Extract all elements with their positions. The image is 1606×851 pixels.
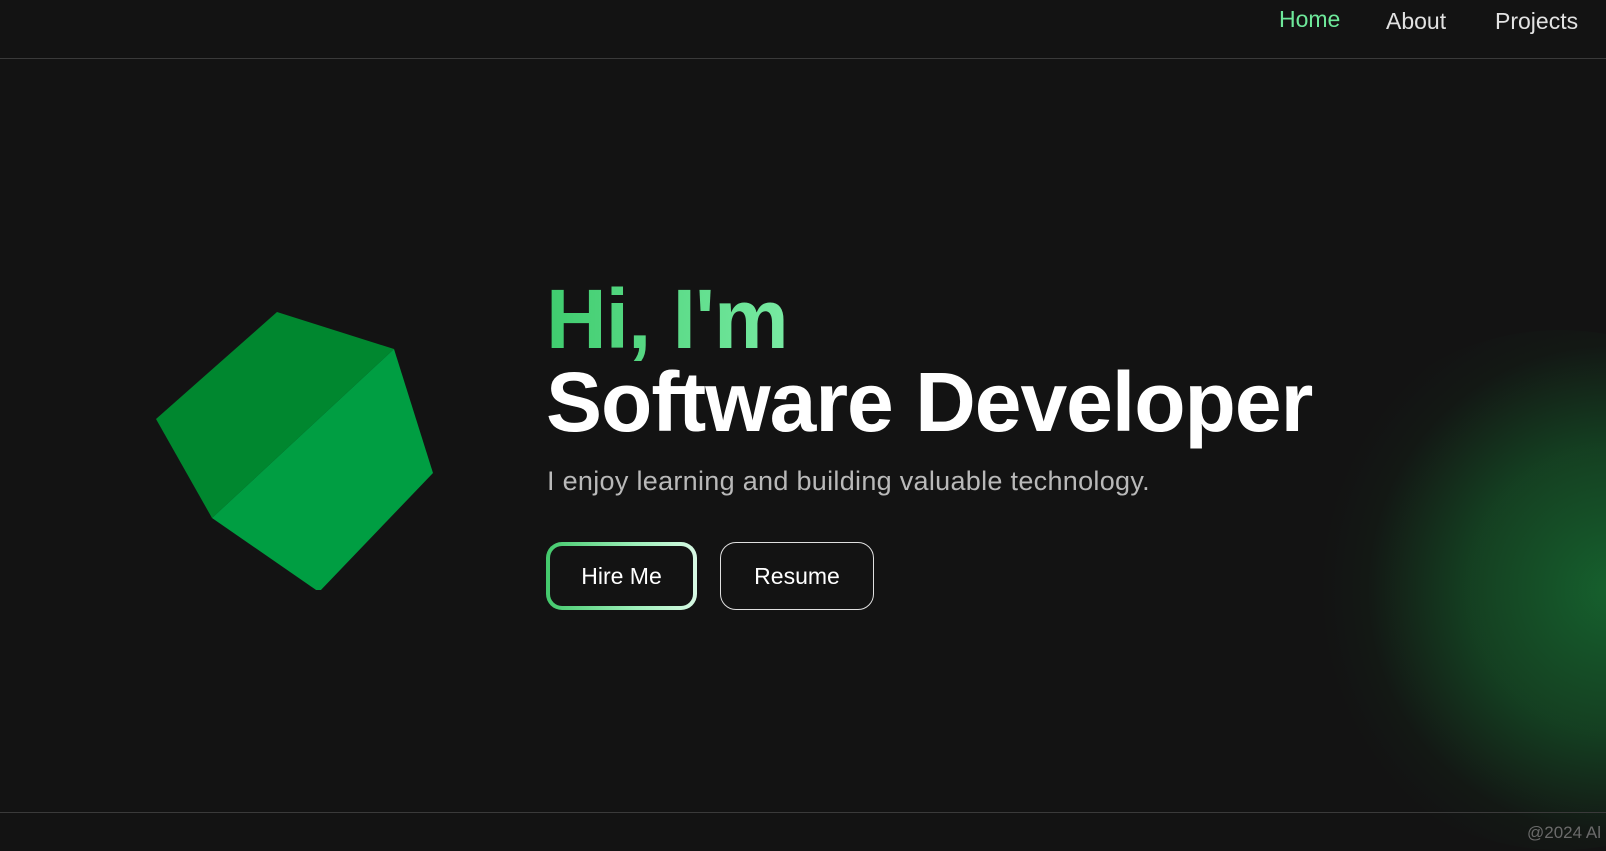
nav-link-projects[interactable]: Projects (1495, 8, 1578, 35)
nav-link-about[interactable]: About (1386, 8, 1446, 35)
footer-copyright: @2024 Al (1527, 823, 1601, 842)
navbar: Home About Projects (0, 0, 1606, 59)
background-glow (1300, 330, 1606, 850)
hire-me-button[interactable]: Hire Me (546, 542, 697, 610)
hero-greeting: Hi, I'm (546, 272, 789, 366)
resume-button[interactable]: Resume (720, 542, 874, 610)
hero-title: Software Developer (546, 355, 1313, 449)
hero-subtitle: I enjoy learning and building valuable t… (547, 466, 1150, 496)
page: Home About Projects Hi, I'm Software Dev… (0, 0, 1606, 851)
nav-link-home[interactable]: Home (1279, 6, 1340, 33)
footer: @2024 Al (0, 812, 1606, 851)
cube-icon (156, 312, 433, 590)
